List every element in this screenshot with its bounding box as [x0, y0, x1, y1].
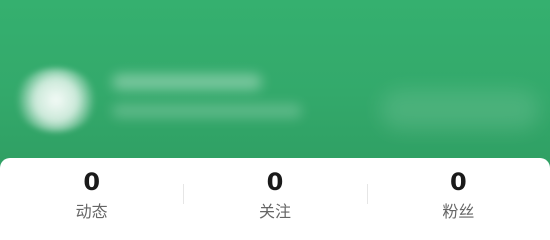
stat-posts-count: 0 [83, 168, 101, 196]
stat-following-count: 0 [266, 168, 284, 196]
stat-following[interactable]: 0 关注 [183, 158, 366, 240]
avatar[interactable] [14, 68, 98, 132]
username-blurred [112, 74, 262, 90]
stat-followers[interactable]: 0 粉丝 [366, 158, 550, 240]
stat-followers-label: 粉丝 [442, 202, 475, 221]
profile-info-blurred [0, 60, 550, 150]
stat-following-label: 关注 [258, 202, 291, 221]
stat-posts[interactable]: 0 动态 [0, 158, 183, 240]
profile-header [0, 0, 550, 170]
user-subtitle-blurred [112, 104, 302, 118]
stats-bar: 0 动态 0 关注 0 粉丝 [0, 158, 550, 240]
stat-posts-label: 动态 [75, 202, 108, 221]
profile-extra-blurred [380, 90, 540, 130]
profile-page: 0 动态 0 关注 0 粉丝 [0, 0, 550, 240]
stat-followers-count: 0 [449, 168, 467, 196]
